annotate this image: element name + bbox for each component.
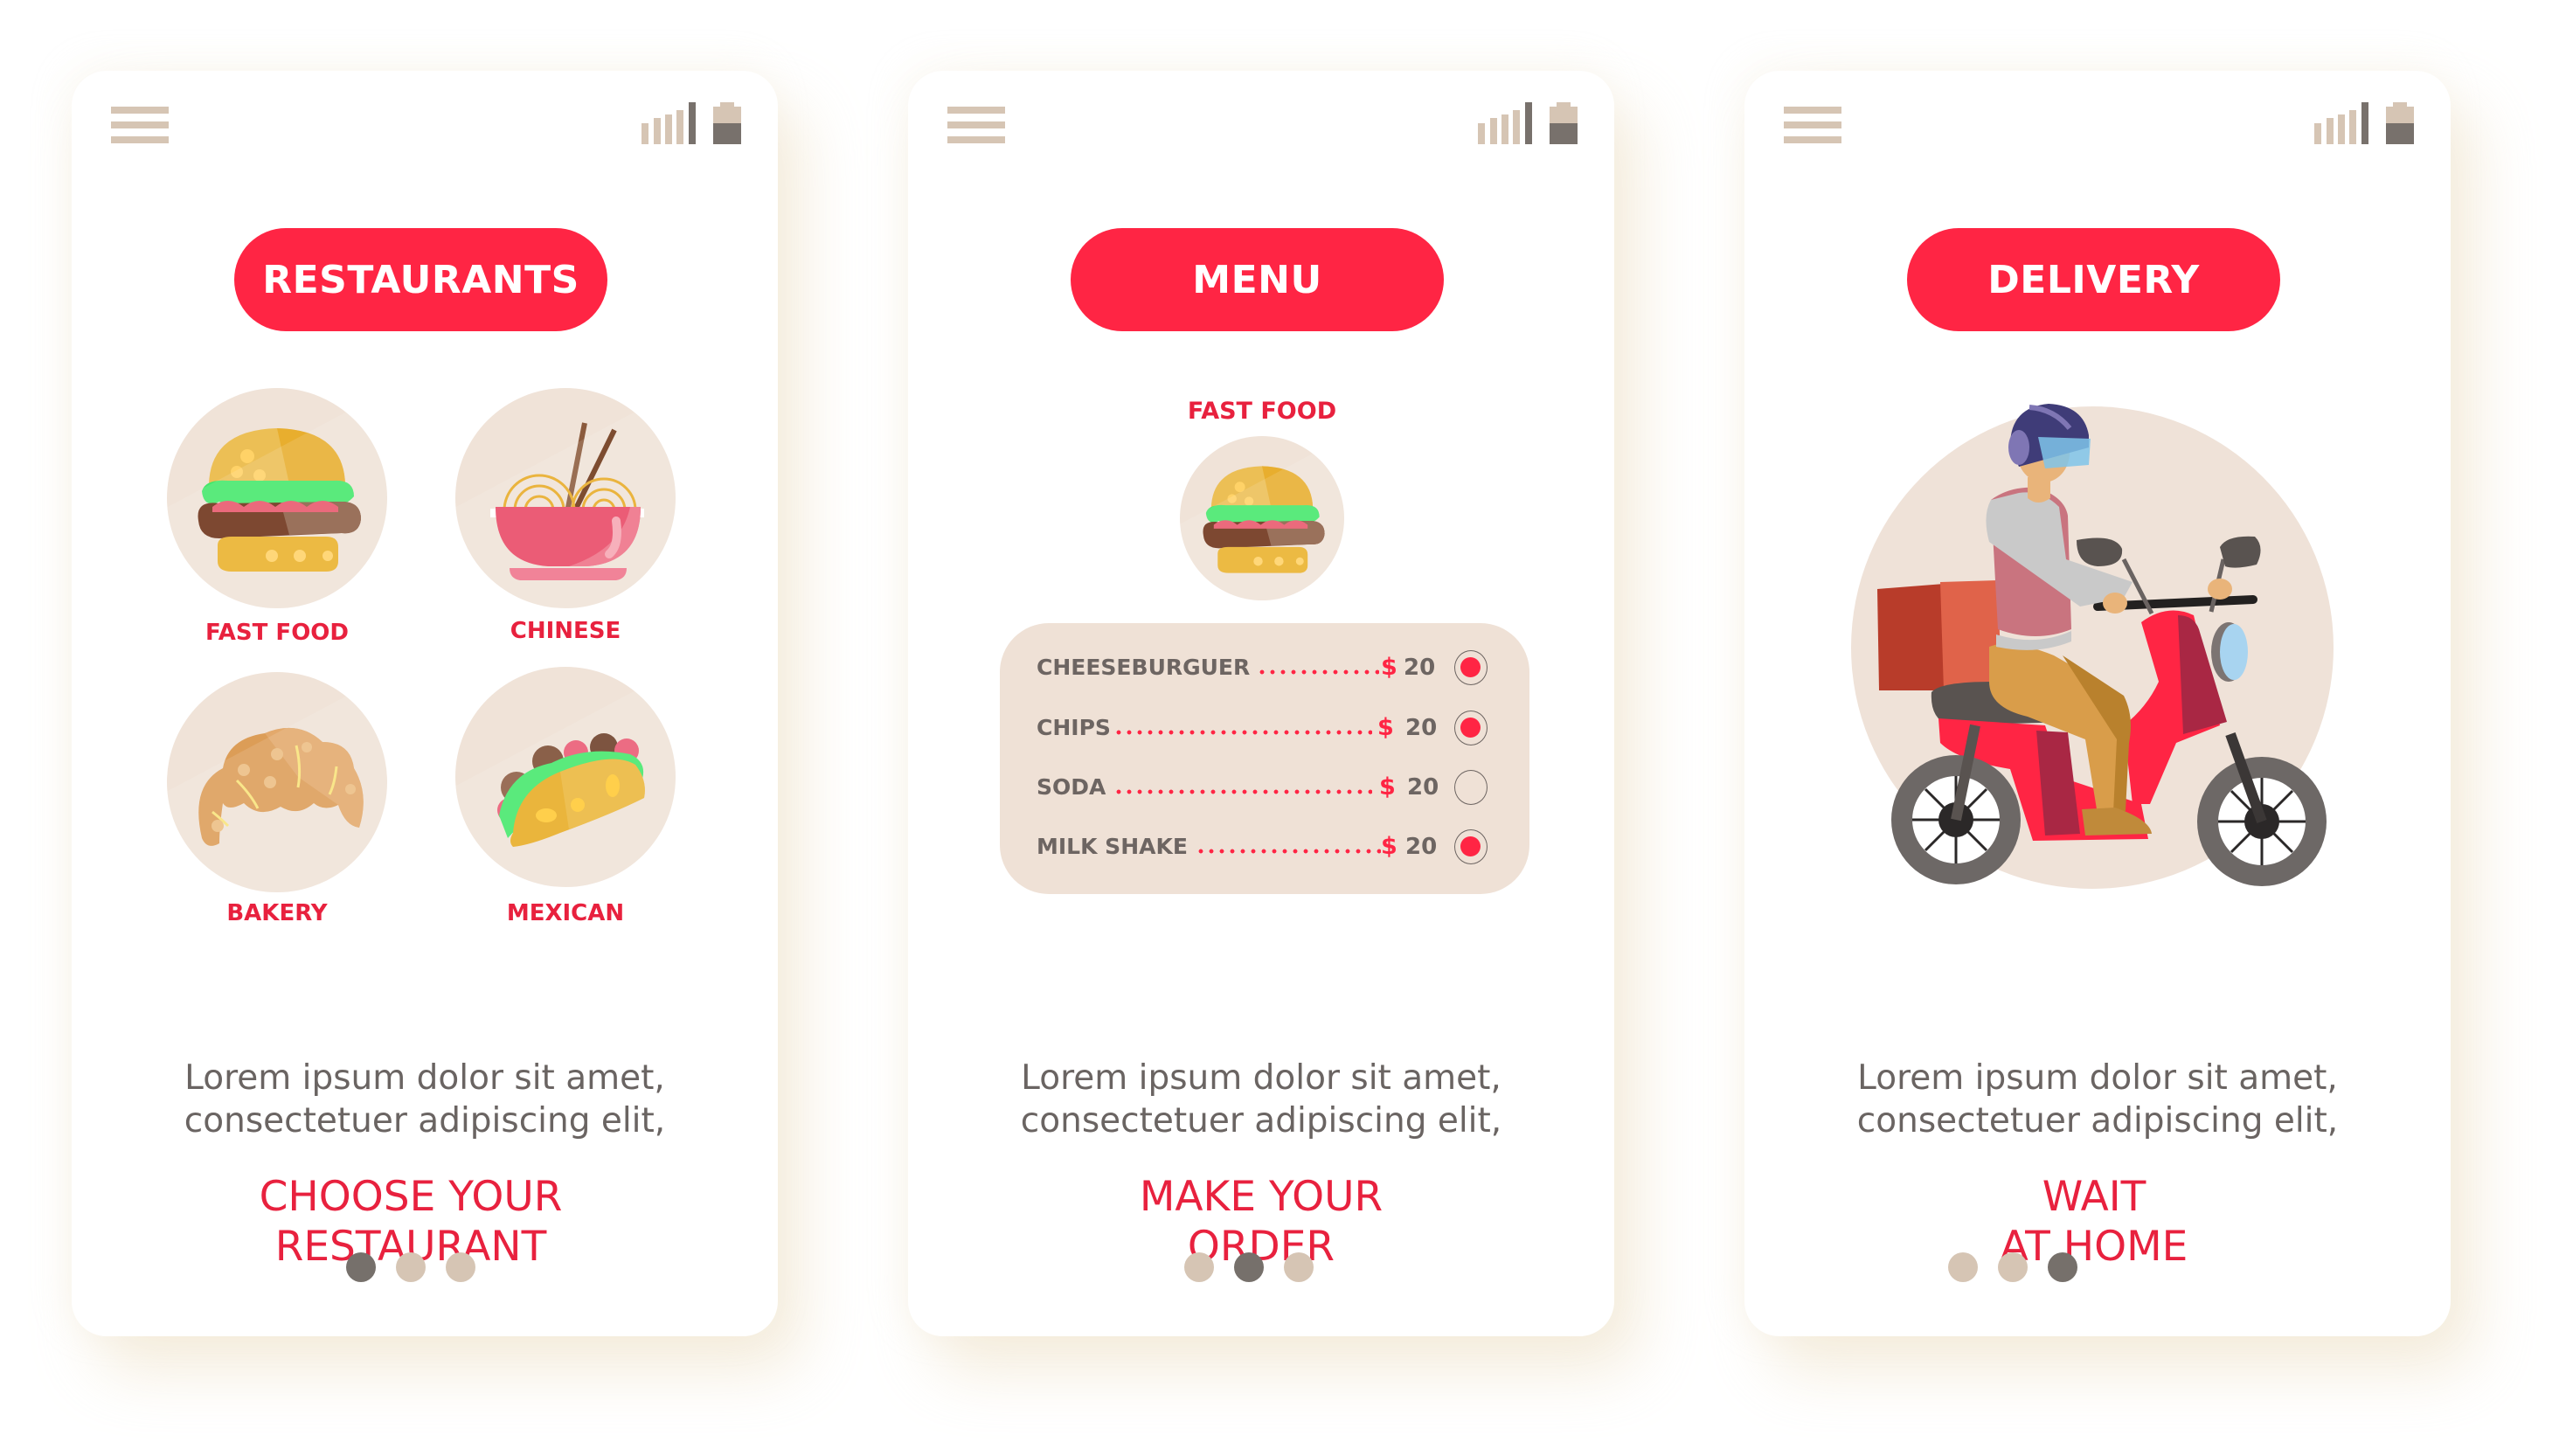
menu-item-name: SODA [1037,774,1106,800]
menu-item[interactable]: SODA $ 20 [1037,770,1508,805]
menu-item-radio[interactable] [1454,770,1488,805]
pagination-dots [1744,1252,2451,1282]
delivery-button[interactable]: DELIVERY [1907,228,2280,331]
menu-button[interactable]: MENU [1071,228,1444,331]
burger-icon [198,428,361,572]
page-dot-2[interactable] [396,1252,426,1282]
description-text: Lorem ipsum dolor sit amet, consectetuer… [908,1057,1614,1142]
battery-icon [2386,102,2414,144]
signal-strength-icon [642,102,697,144]
description-line-2: consectetuer adipiscing elit, [1020,1101,1502,1141]
hamburger-menu-icon[interactable] [947,107,1005,143]
restaurants-screen: RESTAURANTS FAST FOOD CHINESE BAKERY MEX… [72,71,778,1336]
page-dot-3[interactable] [1284,1252,1314,1282]
menu-item-name: CHEESEBURGUER [1037,655,1251,680]
headline-line-1: WAIT [2042,1173,2146,1221]
menu-item-radio[interactable] [1454,650,1488,685]
page-dot-1[interactable] [1184,1252,1214,1282]
category-label-fast-food[interactable]: FAST FOOD [163,620,391,646]
dotted-leader [1257,669,1379,675]
menu-item-currency: $ [1379,773,1396,801]
croissant-icon [198,727,364,846]
description-line-1: Lorem ipsum dolor sit amet, [1021,1058,1501,1098]
description-text: Lorem ipsum dolor sit amet, consectetuer… [1744,1057,2451,1142]
menu-item-currency: $ [1381,833,1397,860]
description-line-1: Lorem ipsum dolor sit amet, [1857,1058,2338,1098]
menu-item[interactable]: CHEESEBURGUER $ 20 [1037,650,1508,685]
menu-item-price: 20 [1404,655,1436,681]
battery-icon [1550,102,1578,144]
dotted-leader [1196,849,1381,854]
signal-strength-icon [1478,102,1534,144]
description-line-2: consectetuer adipiscing elit, [1856,1101,2339,1141]
category-label-bakery[interactable]: BAKERY [163,900,391,926]
hamburger-menu-icon[interactable] [1784,107,1841,143]
category-fast-food[interactable] [167,388,387,608]
description-line-2: consectetuer adipiscing elit, [184,1101,666,1141]
headline-line-1: MAKE YOUR [1139,1173,1384,1221]
page-dot-1[interactable] [346,1252,376,1282]
headline-line-1: CHOOSE YOUR [259,1173,563,1221]
page-dot-2[interactable] [1998,1252,2028,1282]
delivery-scooter-rider-illustration [1877,404,2327,886]
category-chinese[interactable] [455,388,676,608]
selected-category-label: FAST FOOD [1187,398,1337,425]
menu-item-currency: $ [1381,654,1397,681]
category-label-mexican[interactable]: MEXICAN [452,900,679,926]
dotted-leader [1113,730,1372,735]
menu-item-price: 20 [1405,715,1438,741]
menu-item-radio[interactable] [1454,829,1488,864]
noodle-bowl-icon [490,422,644,580]
pagination-dots [72,1252,778,1282]
category-mexican[interactable] [455,667,676,887]
menu-item-name: MILK SHAKE [1037,834,1188,859]
menu-item[interactable]: MILK SHAKE $ 20 [1037,829,1508,864]
page-dot-2[interactable] [1234,1252,1264,1282]
menu-item[interactable]: CHIPS $ 20 [1037,711,1508,745]
pagination-dots [908,1252,1614,1282]
selected-category-icon[interactable] [1180,436,1344,600]
burger-icon [1203,466,1325,573]
menu-screen: MENU FAST FOOD CHEESEBURGUER $ 20 CHIPS … [908,71,1614,1336]
page-dot-3[interactable] [2048,1252,2077,1282]
menu-item-price: 20 [1407,774,1439,801]
menu-item-name: CHIPS [1037,715,1111,740]
dotted-leader [1113,789,1372,794]
description-text: Lorem ipsum dolor sit amet, consectetuer… [72,1057,778,1142]
taco-icon [497,733,645,847]
page-dot-1[interactable] [1948,1252,1978,1282]
category-bakery[interactable] [167,672,387,892]
menu-item-currency: $ [1377,714,1394,741]
menu-item-price: 20 [1405,834,1438,860]
category-label-chinese[interactable]: CHINESE [452,618,679,644]
menu-item-radio[interactable] [1454,711,1488,745]
battery-icon [713,102,741,144]
delivery-screen: DELIVERY Lorem ipsum dolor sit amet, con… [1744,71,2451,1336]
restaurants-button[interactable]: RESTAURANTS [234,228,607,331]
menu-list: CHEESEBURGUER $ 20 CHIPS $ 20 SODA $ 20 … [1000,623,1529,894]
description-line-1: Lorem ipsum dolor sit amet, [184,1058,665,1098]
hamburger-menu-icon[interactable] [111,107,169,143]
signal-strength-icon [2314,102,2370,144]
page-dot-3[interactable] [446,1252,475,1282]
